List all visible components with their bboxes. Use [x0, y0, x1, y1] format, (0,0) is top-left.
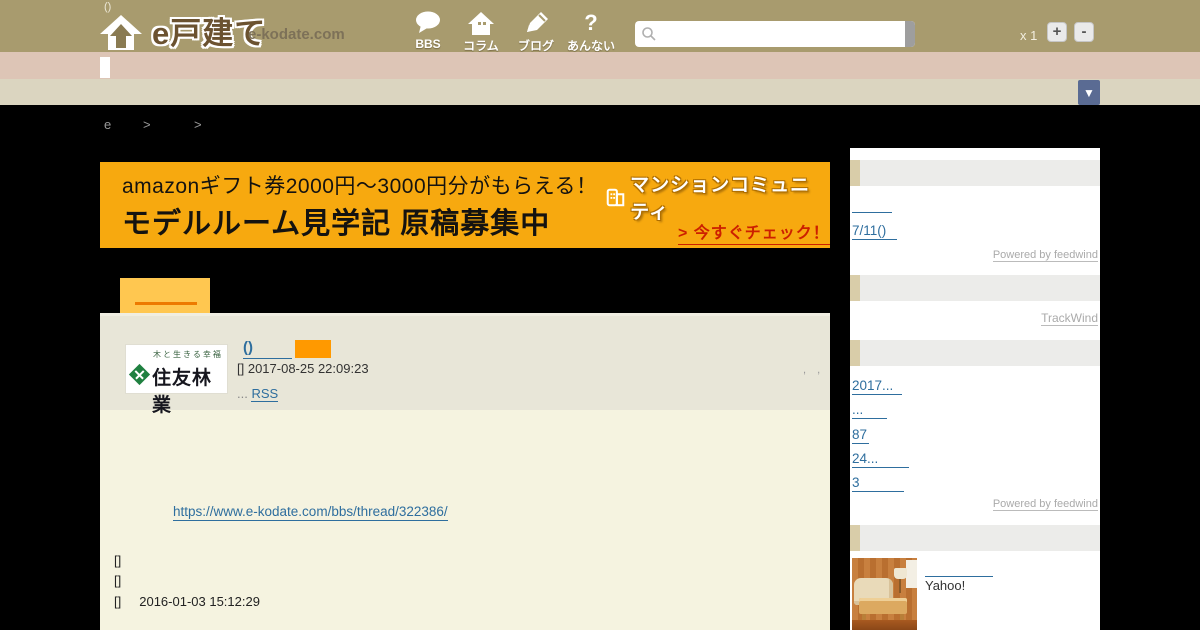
search-icon — [641, 26, 657, 42]
nav-blog[interactable]: ブログ — [508, 10, 564, 54]
feed4-caption: Yahoo! — [925, 578, 965, 593]
search-grip[interactable] — [905, 21, 915, 47]
feedwind-credit-link[interactable]: Powered by feedwind — [993, 498, 1098, 511]
advertiser-tagline: 木と生きる幸福 — [153, 349, 223, 360]
list-bracket: [] — [114, 594, 121, 609]
thread-meta: [] 2017-08-25 22:09:23 — [237, 361, 369, 376]
site-domain: e-kodate.com — [248, 26, 345, 43]
feed3-link-5[interactable]: 3 — [852, 475, 904, 492]
thread-badge[interactable] — [295, 340, 331, 358]
feed1-link-2[interactable]: 7/11() — [852, 223, 897, 240]
list-item: [] 2016-01-03 15:12:29 — [114, 594, 260, 609]
list-item: [] — [114, 553, 139, 568]
ad-cta-link[interactable]: > 今すぐチェック！ — [678, 219, 830, 245]
pencil-icon — [508, 10, 564, 36]
sidebar: 7/11() Powered by feedwind TrackWind 201… — [850, 148, 1100, 630]
house-icon — [453, 10, 509, 36]
beige-band: ▼ — [0, 79, 1200, 105]
list-item: [] — [114, 573, 139, 588]
thumb-table — [859, 598, 907, 614]
ad-brand-name: マンションコミュニティ — [630, 170, 830, 224]
advertiser-name: 住友林業 — [152, 363, 227, 417]
nav-column[interactable]: コラム — [453, 10, 509, 54]
fontsize-increase-button[interactable]: + — [1047, 22, 1067, 42]
pink-band — [0, 52, 1200, 79]
sidebar-section-header — [850, 340, 1100, 366]
ad-banner[interactable]: amazonギフト券2000円～3000円分がもらえる！ モデルルーム見学記 原… — [100, 162, 830, 248]
thread-header: 木と生きる幸福 住友林業 () [] 2017-08-25 22:09:23 .… — [100, 313, 830, 410]
nav-bbs[interactable]: BBS — [400, 10, 456, 51]
home-logo-icon[interactable] — [98, 12, 148, 52]
advertiser-diamond-icon — [129, 364, 150, 385]
sidebar-section-header — [850, 525, 1100, 551]
sidebar-section-header — [850, 275, 1100, 301]
feed3-link-4[interactable]: 24... — [852, 451, 909, 468]
feedwind-credit-link[interactable]: Powered by feedwind — [993, 249, 1098, 262]
room-photo-thumbnail[interactable] — [852, 558, 917, 630]
list-bracket: [] — [114, 573, 121, 588]
dropdown-toggle-button[interactable]: ▼ — [1078, 80, 1100, 105]
thread-tab[interactable] — [120, 278, 210, 313]
quote-marks: , , — [803, 364, 824, 376]
page: () e戸建て e-kodate.com BBS コラム ブログ ? — [0, 0, 1200, 630]
thumb-curtain — [906, 560, 917, 588]
feed3-link-3[interactable]: 87 — [852, 427, 869, 444]
tab-underline — [135, 302, 197, 305]
rss-row: ... RSS — [237, 386, 278, 401]
breadcrumb-separator: > — [143, 117, 151, 132]
nav-bbs-label: BBS — [400, 37, 456, 51]
rss-prefix: ... — [237, 386, 248, 401]
ad-banner-line2: モデルルーム見学記 原稿募集中 — [122, 200, 550, 242]
feed4-link[interactable] — [925, 564, 993, 577]
question-icon: ? — [563, 10, 619, 36]
thumb-floor — [852, 620, 917, 630]
thread-panel: 木と生きる幸福 住友林業 () [] 2017-08-25 22:09:23 .… — [100, 313, 830, 630]
speech-bubble-icon — [400, 10, 456, 36]
feed3-link-1[interactable]: 2017... — [852, 378, 902, 395]
building-icon — [605, 186, 625, 208]
trackwind-credit-link[interactable]: TrackWind — [1041, 311, 1098, 326]
nav-guide[interactable]: ? あんない — [563, 10, 619, 54]
search-box — [635, 21, 915, 47]
fontsize-decrease-button[interactable]: - — [1074, 22, 1094, 42]
white-marker — [100, 57, 110, 78]
list-date: 2016-01-03 15:12:29 — [139, 594, 260, 609]
fontsize-label: x 1 — [1020, 28, 1037, 43]
feed3-link-2[interactable]: ... — [852, 402, 887, 419]
ad-banner-line1: amazonギフト券2000円～3000円分がもらえる！ — [122, 170, 598, 200]
thumb-lampstand — [899, 579, 901, 593]
feed1-link-1[interactable] — [852, 200, 892, 213]
thread-url-link[interactable]: https://www.e-kodate.com/bbs/thread/3223… — [173, 504, 448, 521]
rss-link[interactable]: RSS — [251, 386, 278, 402]
thread-title-link[interactable]: () — [243, 339, 292, 359]
ad-brand: マンションコミュニティ — [605, 170, 830, 224]
breadcrumb-separator: > — [194, 117, 202, 132]
sidebar-section-header — [850, 160, 1100, 186]
search-input[interactable] — [661, 23, 901, 45]
site-header: () e戸建て e-kodate.com BBS コラム ブログ ? — [0, 0, 1200, 52]
breadcrumb-root[interactable]: e — [104, 117, 111, 132]
advertiser-logo[interactable]: 木と生きる幸福 住友林業 — [125, 344, 228, 394]
list-bracket: [] — [114, 553, 121, 568]
thumb-lamp — [894, 568, 907, 579]
